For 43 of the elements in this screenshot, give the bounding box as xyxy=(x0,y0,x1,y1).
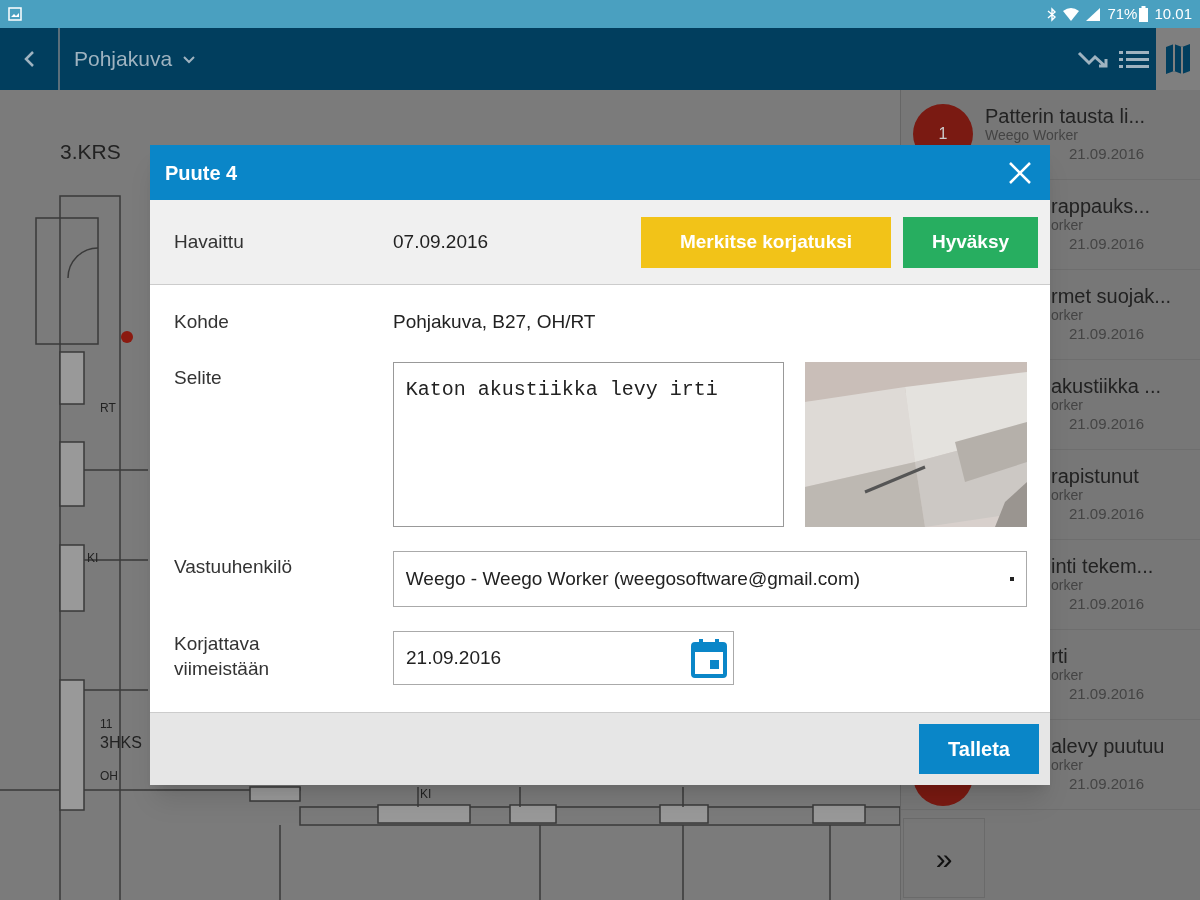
wifi-icon xyxy=(1062,6,1081,22)
chevron-down-icon xyxy=(182,54,197,64)
description-field[interactable]: Katon akustiikka levy irti xyxy=(392,362,785,527)
issue-title: Patterin tausta li... xyxy=(985,104,1146,129)
deadline-field[interactable]: 21.09.2016 xyxy=(393,631,734,685)
room-label: 3HKS xyxy=(100,735,142,751)
gallery-icon xyxy=(8,7,22,21)
field-label: Kohde xyxy=(174,309,230,334)
issue-title: rmet suojak... xyxy=(1051,284,1172,309)
approve-button[interactable]: Hyväksy xyxy=(903,216,1038,268)
target-value: Pohjakuva, B27, OH/RT xyxy=(393,309,596,334)
next-page-button[interactable]: » xyxy=(903,818,985,898)
issue-title: rappauks... xyxy=(1051,194,1150,219)
floor-label: 3.KRS xyxy=(60,139,121,165)
field-label: Havaittu xyxy=(174,229,245,254)
issue-title: inti tekem... xyxy=(1051,554,1154,579)
field-label: Vastuuhenkilö xyxy=(174,555,293,579)
issue-title: rti xyxy=(1051,644,1069,669)
issue-title: akustiikka ... xyxy=(1051,374,1162,399)
view-dropdown[interactable]: Pohjakuva xyxy=(74,43,197,75)
room-label: KI xyxy=(87,552,99,564)
bluetooth-icon xyxy=(1047,6,1058,22)
back-icon xyxy=(23,50,35,68)
map-icon[interactable] xyxy=(1156,28,1200,90)
battery-icon xyxy=(1139,6,1149,22)
room-label: OH xyxy=(100,770,118,782)
map-marker-icon[interactable] xyxy=(121,331,133,343)
dropdown-icon xyxy=(1010,577,1014,581)
clock: 10.01 xyxy=(1154,3,1192,24)
responsible-select[interactable]: Weego - Weego Worker (weegosoftware@gmail.com) xyxy=(392,551,1027,607)
field-label: Korjattava viimeistään xyxy=(174,632,271,681)
room-label: 11 xyxy=(100,718,113,730)
dialog-title: Puute 4 xyxy=(165,160,238,186)
save-button[interactable]: Talleta xyxy=(919,724,1039,774)
issue-title: rapistunut xyxy=(1051,464,1140,489)
field-label: Selite xyxy=(174,366,223,390)
calendar-icon[interactable] xyxy=(691,638,727,678)
room-label: RT xyxy=(100,402,116,414)
room-label: KI xyxy=(420,788,432,800)
signal-icon xyxy=(1085,6,1102,22)
issue-title: alevy puutuu xyxy=(1051,734,1165,759)
observed-date: 07.09.2016 xyxy=(393,229,489,254)
battery-percent: 71% xyxy=(1107,3,1138,24)
